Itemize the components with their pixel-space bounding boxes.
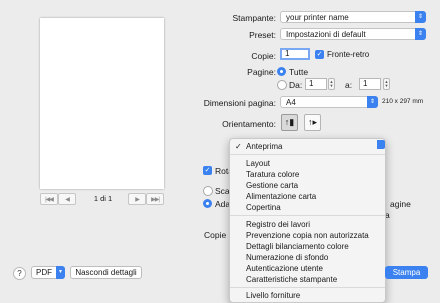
menu-item-user-authentication[interactable]: Autenticazione utente [246,264,323,273]
presets-value: Impostazioni di default [286,30,366,39]
pages-range-radio[interactable] [277,80,287,90]
pages-to-label: a: [345,80,353,90]
select-arrows-icon: ⇕ [415,28,426,40]
page-preview [40,18,164,189]
menu-item-color-calibration[interactable]: Taratura colore [246,170,299,179]
chevron-down-icon: ▼ [56,266,65,279]
last-page-button[interactable]: ▶▶| [146,193,164,205]
auto-rotate-checkbox[interactable]: ✓ [203,166,212,175]
menu-item-layout[interactable]: Layout [246,159,270,168]
menu-separator [230,154,385,155]
menu-item-background-numbering[interactable]: Numerazione di sfondo [246,253,328,262]
fit-radio[interactable] [203,199,212,208]
menu-item-preview[interactable]: Anteprima [246,142,282,151]
paper-size-select[interactable]: A4 ⇕ [280,96,378,108]
select-arrows-icon: ⇕ [367,96,378,108]
next-page-icon: ▶ [135,196,140,203]
prev-page-icon: ◀ [65,196,70,203]
pages-label: Pagine: [247,67,276,77]
landscape-orientation-icon: ↑▸ [307,117,318,127]
first-page-button[interactable]: |◀◀ [40,193,58,205]
paper-size-value: A4 [286,98,296,107]
printer-select[interactable]: your printer name ⇕ [280,11,426,23]
hide-details-button[interactable]: Nascondi dettagli [70,266,142,279]
menu-item-cover-page[interactable]: Copertina [246,203,281,212]
landscape-button[interactable]: ↑▸ [304,114,321,131]
pages-partial-label: agine [390,199,411,209]
presets-label: Preset: [249,30,276,40]
checkmark-icon: ✓ [235,142,242,151]
printer-value: your printer name [286,13,349,22]
next-page-button[interactable]: ▶ [128,193,146,205]
pages-to-stepper[interactable]: ▲ ▼ [383,78,390,90]
page-navigator: |◀◀ ◀ 1 di 1 ▶ ▶▶| [40,193,164,205]
presets-select[interactable]: Impostazioni di default ⇕ [280,28,426,40]
menu-item-paper-feed[interactable]: Alimentazione carta [246,192,316,201]
pages-all-radio[interactable] [277,67,286,76]
paper-dimensions: 210 x 297 mm [382,98,424,105]
menu-select-arrows-icon [377,140,385,149]
scale-radio[interactable] [203,186,213,196]
menu-item-supply-levels[interactable]: Livello forniture [246,291,300,300]
menu-item-job-log[interactable]: Registro dei lavori [246,220,310,229]
select-arrows-icon: ⇕ [415,11,426,23]
pages-all-label: Tutte [289,67,309,77]
previous-page-button[interactable]: ◀ [58,193,76,205]
portrait-button[interactable]: ↑▮ [281,114,298,131]
duplex-checkbox[interactable]: ✓ [315,50,324,59]
menu-item-printer-features[interactable]: Caratteristiche stampante [246,275,337,284]
page-counter: 1 di 1 [93,194,113,203]
pages-from-label: Da: [289,80,303,90]
copies-label: Copie: [251,51,276,61]
section-popup-menu: ✓ Anteprima Layout Taratura colore Gesti… [229,138,386,303]
pages-from-field[interactable]: 1 [305,78,327,90]
pdf-menu-button[interactable]: PDF ▼ [31,266,65,279]
help-button[interactable]: ? [13,267,26,280]
menu-separator [230,215,385,216]
copies-field[interactable]: 1 [280,48,310,60]
pages-from-stepper[interactable]: ▲ ▼ [328,78,335,90]
last-page-icon: ▶▶| [151,196,160,203]
paper-size-label: Dimensioni pagina: [203,98,276,108]
pages-to-field[interactable]: 1 [359,78,381,90]
menu-item-color-balance[interactable]: Dettagli bilanciamento colore [246,242,349,251]
pdf-label: PDF [36,268,52,277]
orientation-label: Orientamento: [222,119,276,129]
duplex-label: Fronte-retro [327,50,370,59]
menu-item-copy-protection[interactable]: Prevenzione copia non autorizzata [246,231,369,240]
print-button[interactable]: Stampa [385,266,428,279]
printer-label: Stampante: [232,13,276,23]
menu-separator [230,287,385,288]
menu-item-paper-handling[interactable]: Gestione carta [246,181,298,190]
portrait-orientation-icon: ↑▮ [284,117,295,127]
first-page-icon: |◀◀ [45,196,54,203]
